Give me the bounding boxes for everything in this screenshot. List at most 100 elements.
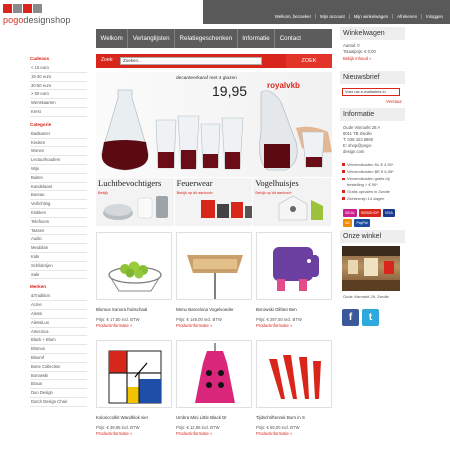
sidebar-item-category[interactable]: Meubilair: [30, 244, 87, 253]
product-name[interactable]: Menu Barcelona Vogelvoeder: [176, 307, 252, 312]
newsletter-email-input[interactable]: Voer uw e-mailadres in: [342, 87, 400, 96]
main-nav: Welkom Verlanglijsten Relatiegeschenken …: [96, 29, 332, 48]
nav-contact[interactable]: Contact: [275, 29, 305, 48]
right-column: Winkelwagen Aantal: 0 Totaalprijs: € 0,0…: [340, 27, 405, 336]
sidebar-item-category[interactable]: Badkamer: [30, 130, 87, 139]
nav-informatie[interactable]: Informatie: [238, 29, 276, 48]
sidebar-item-brand[interactable]: Acme: [30, 301, 87, 310]
product-card[interactable]: Koloriccolkit Wandklok vier Prijs: € 39,…: [96, 340, 172, 442]
sidebar-item-cadeau[interactable]: Wenskaarten: [30, 99, 87, 108]
sidebar-item-cadeau[interactable]: 30-50 euro: [30, 82, 87, 91]
sidebar-item-brand[interactable]: Blomus: [30, 345, 87, 354]
sidebar-item-cadeau[interactable]: > 50 euro: [30, 90, 87, 100]
tile-vogelhuisjes[interactable]: Vogelhuisjes Bekijk op dit aanbod»: [253, 178, 333, 226]
twitter-icon[interactable]: t: [362, 308, 379, 326]
sidebar-item-cadeau[interactable]: 15-30 euro: [30, 73, 87, 82]
product-info-link[interactable]: Productinformatie »: [176, 431, 252, 436]
sidebar-item-category[interactable]: Schilderijen: [30, 262, 87, 271]
sidebar-item-brand[interactable]: Dutch Design Chair: [30, 398, 87, 407]
usp-item: Verzendkosten BE € 6,95*: [342, 169, 403, 175]
sidebar-item-cadeau[interactable]: Kerst: [30, 108, 87, 117]
product-price: Prijs: € 17,50 incl. BTW: [96, 317, 140, 322]
product-card[interactable]: Borowski Olifant Ben Prijs: € 297,50 inc…: [256, 232, 332, 334]
tile-link[interactable]: Bekijk op dit aanbod»: [255, 191, 291, 196]
sidebar-item-category[interactable]: Wonen: [30, 147, 87, 157]
sidebar-item-brand[interactable]: &Tradition: [30, 292, 87, 302]
newsletter-title: Nieuwsbrief: [340, 70, 405, 84]
sidebar-item-category[interactable]: Bureau: [30, 191, 87, 201]
product-card[interactable]: Blomus Sonora fruitschaal Prijs: € 17,50…: [96, 232, 172, 334]
nav-verlanglijsten[interactable]: Verlanglijsten: [128, 29, 176, 48]
tile-feuerwear[interactable]: Feuerwear Bekijk op dit aanbod»: [174, 178, 254, 226]
product-info-link[interactable]: Productinformatie »: [256, 431, 332, 436]
product-info-link[interactable]: Productinformatie »: [256, 323, 332, 328]
product-name[interactable]: Tijdschriftenrek Born in S: [256, 415, 332, 420]
sidebar-item-category[interactable]: Sale: [30, 271, 87, 280]
sidebar-item-brand[interactable]: Bone Collection: [30, 363, 87, 372]
link-welcome[interactable]: Welkom, bezoeker: [271, 14, 315, 19]
search-button[interactable]: ZOEK: [286, 54, 332, 68]
product-name[interactable]: Koloriccolkit Wandklok vier: [96, 415, 172, 420]
sidebar-item-category[interactable]: Keuken: [30, 139, 87, 148]
shop-photo[interactable]: [342, 245, 400, 291]
newsletter-send-button[interactable]: Verstuur: [340, 99, 402, 104]
logo[interactable]: pogodesignshop: [3, 4, 93, 26]
cart-box: Aantal: 0 Totaalprijs: € 0,00 Bekijk inh…: [340, 40, 405, 65]
sidebar-item-brand[interactable]: AlessiLux: [30, 319, 87, 328]
sidebar-item-category[interactable]: Lectuurhouders: [30, 156, 87, 165]
link-my-account[interactable]: Mijn account: [315, 14, 349, 19]
product-image-elephant[interactable]: [256, 232, 332, 300]
nav-welkom[interactable]: Welkom: [96, 29, 129, 48]
tile-luchtbevochtigers[interactable]: Luchtbevochtigers Bekijk: [96, 178, 175, 226]
usp-item: Verzendkosten gratis bij bestelling > € …: [342, 176, 403, 187]
sidebar-item-category[interactable]: Verlichting: [30, 200, 87, 209]
product-image-birdfeeder[interactable]: [176, 232, 252, 300]
sidebar-item-category[interactable]: Telefoons: [30, 218, 87, 227]
product-name[interactable]: Umbra Mini Little Black Dr: [176, 415, 252, 420]
product-name[interactable]: Blomus Sonora fruitschaal: [96, 307, 172, 312]
sidebar-item-category[interactable]: Klokken: [30, 209, 87, 218]
sidebar-item-category[interactable]: Wijn: [30, 165, 87, 174]
sidebar-item-category[interactable]: Buiten: [30, 174, 87, 183]
sidebar-item-brand[interactable]: Artecnica: [30, 328, 87, 337]
payment-logos: iDEAL WEBSHOP VISA MC PayPal: [340, 206, 405, 230]
product-card[interactable]: Umbra Mini Little Black Dr Prijs: € 12,9…: [176, 340, 252, 442]
product-image-fruitbowl[interactable]: [96, 232, 172, 300]
search-input[interactable]: Zoeken...: [120, 57, 262, 65]
tile-link[interactable]: Bekijk op dit aanbod»: [177, 191, 213, 196]
sidebar-item-cadeau[interactable]: < 15 euro: [30, 64, 87, 73]
product-info-link[interactable]: Productinformatie »: [176, 323, 252, 328]
paypal-logo: PayPal: [354, 218, 370, 227]
product-image-clock[interactable]: [96, 340, 172, 408]
sidebar-item-brand[interactable]: Bloomf: [30, 354, 87, 363]
facebook-icon[interactable]: f: [342, 308, 359, 326]
hero-banner[interactable]: decanteerkaraf met 4 glazen 19,95 royalv…: [96, 72, 332, 177]
product-card[interactable]: Tijdschriftenrek Born in S Prijs: € 59,0…: [256, 340, 332, 442]
product-image-magazine-rack[interactable]: [256, 340, 332, 408]
cart-view-link[interactable]: Bekijk inhoud »: [343, 56, 402, 62]
product-image-dress-organizer[interactable]: [176, 340, 252, 408]
product-name[interactable]: Borowski Olifant Ben: [256, 307, 332, 312]
product-price: Prijs: € 149,00 incl. BTW: [176, 317, 222, 322]
link-login[interactable]: Inloggen: [421, 14, 447, 19]
usp-item: Zichtermijn 14 dagen: [342, 196, 403, 202]
link-my-cart[interactable]: Mijn winkelwagen: [348, 14, 392, 19]
product-info-link[interactable]: Productinformatie »: [96, 323, 172, 328]
sidebar-item-category[interactable]: Tassen: [30, 227, 87, 236]
tile-link[interactable]: Bekijk: [98, 191, 108, 196]
product-info-link[interactable]: Productinformatie »: [96, 431, 172, 436]
sidebar-item-brand[interactable]: Braun: [30, 380, 87, 390]
sidebar-item-category[interactable]: Audio: [30, 235, 87, 245]
top-dark-strip: [203, 0, 450, 24]
sidebar-item-brand[interactable]: Alessi: [30, 310, 87, 319]
link-checkout[interactable]: Afrekenen: [392, 14, 421, 19]
product-card[interactable]: Menu Barcelona Vogelvoeder Prijs: € 149,…: [176, 232, 252, 334]
sidebar-item-brand[interactable]: Duo Design: [30, 389, 87, 398]
product-price: Prijs: € 39,95 incl. BTW: [96, 425, 140, 430]
nav-relatiegeschenken[interactable]: Relatiegeschenken: [175, 29, 238, 48]
info-line[interactable]: design.com: [343, 149, 402, 155]
sidebar-item-brand[interactable]: Borowski: [30, 372, 87, 381]
sidebar-item-category[interactable]: Kids: [30, 253, 87, 262]
sidebar-item-brand[interactable]: Black + Blum: [30, 336, 87, 346]
sidebar-item-category[interactable]: Kandelaars: [30, 183, 87, 192]
